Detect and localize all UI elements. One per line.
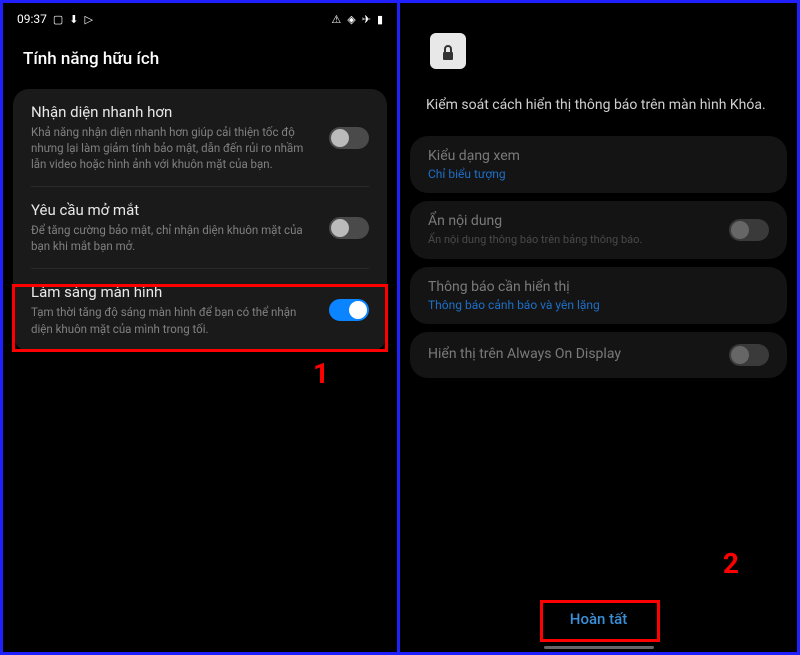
- row-show-notif[interactable]: Thông báo cần hiển thị Thông báo cảnh bá…: [410, 267, 787, 324]
- wifi-icon: ◈: [347, 13, 355, 26]
- row-title: Làm sáng màn hình: [31, 283, 319, 301]
- toggle-fast-recognition[interactable]: [329, 127, 369, 149]
- row-desc: Ẩn nội dung thông báo trên bảng thông bá…: [428, 232, 719, 247]
- row-view-style[interactable]: Kiểu dạng xem Chỉ biểu tượng: [410, 136, 787, 193]
- show-notif-card: Thông báo cần hiển thị Thông báo cảnh bá…: [410, 267, 787, 324]
- right-panel: Kiểm soát cách hiển thị thông báo trên m…: [400, 3, 797, 652]
- row-value: Thông báo cảnh báo và yên lặng: [428, 298, 759, 312]
- row-desc: Tạm thời tăng độ sáng màn hình để bạn có…: [31, 304, 319, 336]
- toggle-require-eyes[interactable]: [329, 217, 369, 239]
- row-title: Thông báo cần hiển thị: [428, 279, 759, 295]
- row-desc: Để tăng cường bảo mật, chỉ nhận diện khu…: [31, 222, 319, 254]
- page-title: Tính năng hữu ích: [3, 31, 397, 89]
- settings-card: Nhận diện nhanh hơn Khả năng nhận diện n…: [13, 89, 387, 351]
- row-aod[interactable]: Hiển thị trên Always On Display: [410, 332, 787, 378]
- description: Kiểm soát cách hiển thị thông báo trên m…: [400, 69, 797, 136]
- airplane-icon: ✈: [362, 13, 371, 26]
- toggle-hide-content[interactable]: [729, 219, 769, 241]
- toggle-aod[interactable]: [729, 344, 769, 366]
- left-panel: 09:37 ▢ ⬇ ▷ ⚠ ◈ ✈ ▮ Tính năng hữu ích Nh…: [3, 3, 400, 652]
- toggle-brighten-screen[interactable]: [329, 299, 369, 321]
- image-icon: ▢: [53, 13, 63, 26]
- battery-icon: ▮: [377, 13, 383, 26]
- row-title: Nhận diện nhanh hơn: [31, 103, 319, 121]
- row-fast-recognition[interactable]: Nhận diện nhanh hơn Khả năng nhận diện n…: [13, 89, 387, 186]
- wifi-off-icon: ⚠: [331, 13, 341, 26]
- download-icon: ⬇: [69, 13, 78, 26]
- aod-card: Hiển thị trên Always On Display: [410, 332, 787, 378]
- callout-1: 1: [313, 357, 329, 390]
- lock-badge: [430, 33, 466, 69]
- row-value: Chỉ biểu tượng: [428, 167, 759, 181]
- row-title: Ẩn nội dung: [428, 213, 719, 229]
- lock-icon: [441, 45, 455, 61]
- row-title: Yêu cầu mở mắt: [31, 201, 319, 219]
- done-button[interactable]: Hoàn tất: [550, 600, 647, 638]
- status-time: 09:37: [17, 12, 47, 26]
- row-title: Kiểu dạng xem: [428, 148, 759, 164]
- play-icon: ▷: [85, 13, 93, 26]
- row-brighten-screen[interactable]: Làm sáng màn hình Tạm thời tăng độ sáng …: [13, 269, 387, 350]
- hide-content-card: Ẩn nội dung Ẩn nội dung thông báo trên b…: [410, 201, 787, 259]
- callout-2: 2: [723, 547, 739, 580]
- row-require-eyes[interactable]: Yêu cầu mở mắt Để tăng cường bảo mật, ch…: [13, 187, 387, 268]
- row-title: Hiển thị trên Always On Display: [428, 346, 719, 362]
- home-indicator[interactable]: [544, 646, 654, 649]
- row-hide-content[interactable]: Ẩn nội dung Ẩn nội dung thông báo trên b…: [410, 201, 787, 259]
- bottom-bar: Hoàn tất: [400, 600, 797, 638]
- view-style-card: Kiểu dạng xem Chỉ biểu tượng: [410, 136, 787, 193]
- status-bar: 09:37 ▢ ⬇ ▷ ⚠ ◈ ✈ ▮: [3, 3, 397, 31]
- row-desc: Khả năng nhận diện nhanh hơn giúp cải th…: [31, 124, 319, 172]
